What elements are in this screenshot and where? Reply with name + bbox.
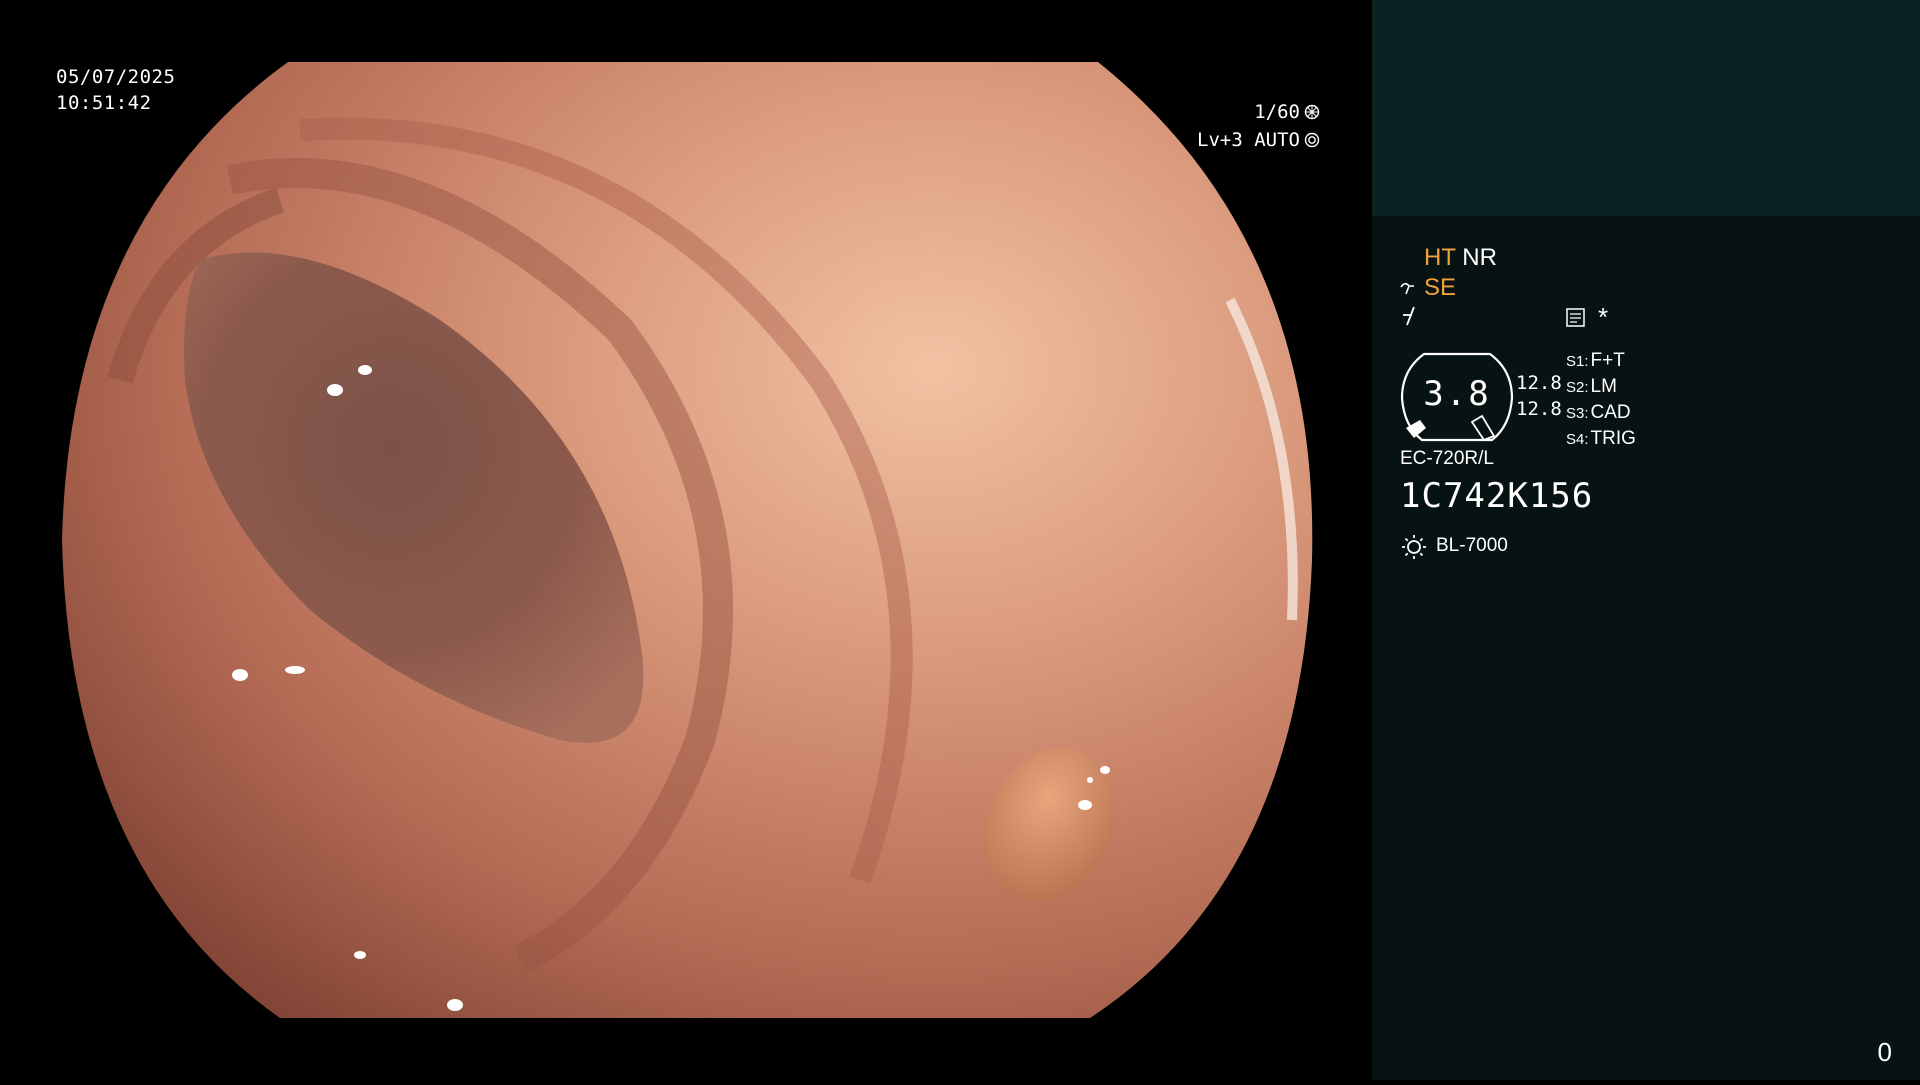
preset-settings-list: S1: F+T S2: LM S3: CAD S4: TRIG <box>1566 348 1636 452</box>
mode-ht: HT <box>1424 244 1456 271</box>
preset-key: S3: <box>1566 405 1589 422</box>
shutter-text: 1/60 <box>1254 101 1300 123</box>
lamp-sun-icon <box>1402 535 1426 559</box>
preset-s2: S2: LM <box>1566 374 1636 400</box>
light-source-label: BL-7000 <box>1436 535 1508 556</box>
gauge-value: 3.8 <box>1423 374 1491 414</box>
gauge-value-bottom: 12.8 <box>1516 398 1562 420</box>
sidebar-top-panel <box>1372 0 1920 216</box>
preset-key: S2: <box>1566 379 1589 396</box>
slash-icon <box>1403 306 1415 326</box>
gauge-side-values: 12.8 12.8 <box>1516 370 1562 422</box>
status-icons-row: * <box>1400 303 1740 333</box>
document-icon <box>1566 308 1585 327</box>
preset-value: LM <box>1590 376 1617 397</box>
preset-value: F+T <box>1590 350 1625 371</box>
time-text: 10:51:42 <box>56 92 152 114</box>
endoscope-view: 05/07/2025 10:51:42 1/60 Lv+3 AUTO <box>0 0 1372 1080</box>
preset-value: TRIG <box>1590 428 1636 449</box>
preset-s4: S4: TRIG <box>1566 426 1636 452</box>
preset-value: CAD <box>1590 402 1631 423</box>
scope-model: EC-720R/L <box>1400 448 1494 469</box>
colon-lumen-image <box>62 62 1313 1018</box>
mode-se-label: SE <box>1424 274 1457 301</box>
gauge-value-top: 12.8 <box>1516 372 1562 394</box>
info-sidebar: HT NR SE * 3.8 12.8 12.8 S1: F+T S2: LM … <box>1372 0 1920 1080</box>
datetime-readout: 05/07/2025 10:51:42 <box>56 64 175 116</box>
exposure-readout: 1/60 Lv+3 AUTO <box>1040 98 1320 154</box>
aperture-icon <box>1304 104 1320 120</box>
iris-icon <box>1304 132 1320 148</box>
preset-key: S4: <box>1566 431 1589 448</box>
date-text: 05/07/2025 <box>56 66 176 88</box>
mode-ht-nr: HT NR <box>1424 244 1497 272</box>
mode-se: SE <box>1400 274 1456 302</box>
mode-nr: NR <box>1462 244 1497 271</box>
star-indicator: * <box>1598 302 1609 332</box>
preset-s1: S1: F+T <box>1566 348 1636 374</box>
light-source: BL-7000 <box>1400 532 1508 560</box>
scope-serial-number: 1C742K156 <box>1400 476 1594 516</box>
curve-icon <box>1400 282 1414 295</box>
preset-key: S1: <box>1566 353 1589 370</box>
frame-counter: 0 <box>1877 1037 1892 1067</box>
level-mode-text: Lv+3 AUTO <box>1197 129 1300 151</box>
preset-s3: S3: CAD <box>1566 400 1636 426</box>
